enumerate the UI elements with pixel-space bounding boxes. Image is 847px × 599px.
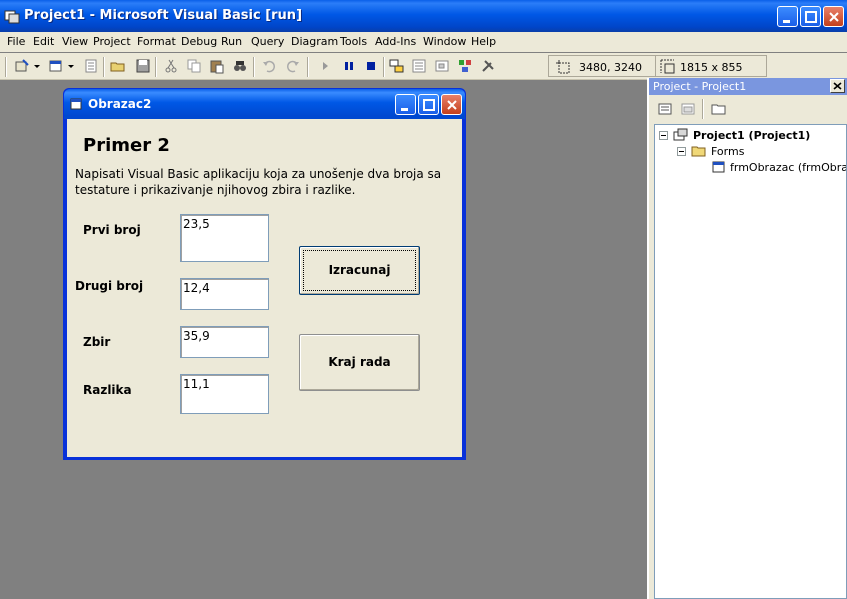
add-project-icon[interactable] — [14, 58, 30, 74]
label-sum: Zbir — [83, 335, 111, 349]
chevron-down-icon[interactable] — [33, 58, 41, 74]
minimize-icon — [783, 20, 790, 23]
copy-icon[interactable] — [186, 58, 202, 74]
menu-view[interactable]: View — [62, 35, 88, 48]
toggle-folders-icon[interactable] — [711, 101, 727, 117]
size-readout: 1815 x 855 — [680, 61, 743, 74]
expander-project[interactable] — [659, 131, 668, 140]
save-icon[interactable] — [135, 58, 151, 74]
vb-app-icon — [4, 10, 20, 24]
menu-bar: File Edit View Project Format Debug Run … — [0, 32, 847, 52]
expander-forms[interactable] — [677, 147, 686, 156]
size-icon — [660, 59, 675, 74]
menu-format[interactable]: Format — [137, 35, 176, 48]
view-object-icon[interactable] — [680, 101, 696, 117]
focus-rectangle — [303, 250, 416, 291]
form-file-icon — [712, 161, 725, 173]
project-tree: Project1 (Project1) Forms frmObrazac (fr… — [654, 124, 847, 599]
form-heading: Primer 2 — [83, 135, 170, 156]
label-first-number: Prvi broj — [83, 223, 141, 237]
run-icon[interactable] — [318, 58, 334, 74]
minimize-icon — [401, 108, 408, 111]
form-maximize-button[interactable] — [418, 94, 439, 115]
form-close-button[interactable] — [441, 94, 462, 115]
tree-form-node[interactable]: frmObrazac (frmObrazac) — [730, 161, 846, 174]
menu-edit[interactable]: Edit — [33, 35, 54, 48]
form-body: Primer 2 Napisati Visual Basic aplikacij… — [67, 119, 462, 457]
close-icon — [447, 100, 457, 110]
menu-query[interactable]: Query — [251, 35, 284, 48]
form-icon — [70, 98, 82, 110]
tree-project-node[interactable]: Project1 (Project1) — [693, 129, 810, 142]
menu-project[interactable]: Project — [93, 35, 131, 48]
properties-window-icon[interactable] — [411, 58, 427, 74]
maximize-button[interactable] — [800, 6, 821, 27]
menu-help[interactable]: Help — [471, 35, 496, 48]
project-explorer-toolbar — [649, 96, 847, 122]
object-browser-icon[interactable] — [457, 58, 473, 74]
label-difference: Razlika — [83, 383, 132, 397]
menu-addins[interactable]: Add-Ins — [375, 35, 416, 48]
window-title: Project1 - Microsoft Visual Basic [run] — [24, 8, 303, 23]
break-icon[interactable] — [341, 58, 357, 74]
input-first-number[interactable]: 23,5 — [180, 214, 269, 262]
form-window: Obrazac2 Primer 2 Napisati Visual Basic … — [63, 88, 466, 460]
output-difference[interactable]: 11,1 — [180, 374, 269, 414]
project-explorer: Project - Project1 Project1 (Project1) F… — [647, 78, 847, 599]
menu-run[interactable]: Run — [221, 35, 242, 48]
project-explorer-icon[interactable] — [389, 58, 405, 74]
toolbox-icon[interactable] — [480, 58, 496, 74]
menu-debug[interactable]: Debug — [181, 35, 217, 48]
open-folder-icon[interactable] — [110, 58, 126, 74]
project-explorer-title: Project - Project1 — [653, 80, 747, 93]
add-form-icon[interactable] — [48, 58, 64, 74]
exit-button-label: Kraj rada — [328, 355, 391, 369]
standard-toolbar: 3480, 3240 1815 x 855 — [0, 53, 847, 80]
label-second-number: Drugi broj — [75, 279, 144, 293]
output-sum[interactable]: 35,9 — [180, 326, 269, 358]
project-explorer-titlebar[interactable]: Project - Project1 — [649, 78, 847, 95]
undo-icon[interactable] — [261, 58, 277, 74]
close-icon — [829, 12, 839, 22]
menu-window[interactable]: Window — [423, 35, 466, 48]
menu-file[interactable]: File — [7, 35, 25, 48]
close-button[interactable] — [823, 6, 844, 27]
cut-icon[interactable] — [163, 58, 179, 74]
view-code-icon[interactable] — [657, 101, 673, 117]
tree-forms-node[interactable]: Forms — [711, 145, 744, 158]
menu-tools[interactable]: Tools — [340, 35, 367, 48]
position-readout: 3480, 3240 — [579, 61, 642, 74]
maximize-icon — [423, 99, 435, 111]
stop-icon[interactable] — [363, 58, 379, 74]
form-description: Napisati Visual Basic aplikaciju koja za… — [75, 167, 442, 197]
form-titlebar[interactable]: Obrazac2 — [64, 89, 465, 119]
paste-icon[interactable] — [209, 58, 225, 74]
calculate-button[interactable]: Izracunaj — [299, 246, 420, 295]
folder-icon — [691, 146, 706, 157]
find-icon[interactable] — [232, 58, 248, 74]
exit-button[interactable]: Kraj rada — [299, 334, 420, 391]
minimize-button[interactable] — [777, 6, 798, 27]
project-icon — [673, 128, 688, 141]
maximize-icon — [805, 11, 817, 23]
form-layout-icon[interactable] — [434, 58, 450, 74]
menu-editor-icon[interactable] — [83, 58, 99, 74]
toolbar-grip — [5, 57, 7, 77]
form-title: Obrazac2 — [88, 97, 152, 111]
menu-diagram[interactable]: Diagram — [291, 35, 338, 48]
input-second-number[interactable]: 12,4 — [180, 278, 269, 310]
main-titlebar[interactable]: Project1 - Microsoft Visual Basic [run] — [0, 0, 847, 32]
form-minimize-button[interactable] — [395, 94, 416, 115]
project-explorer-close-button[interactable] — [830, 79, 845, 93]
redo-icon[interactable] — [285, 58, 301, 74]
close-icon — [833, 82, 842, 90]
position-icon — [556, 60, 570, 74]
chevron-down-icon[interactable] — [67, 58, 75, 74]
